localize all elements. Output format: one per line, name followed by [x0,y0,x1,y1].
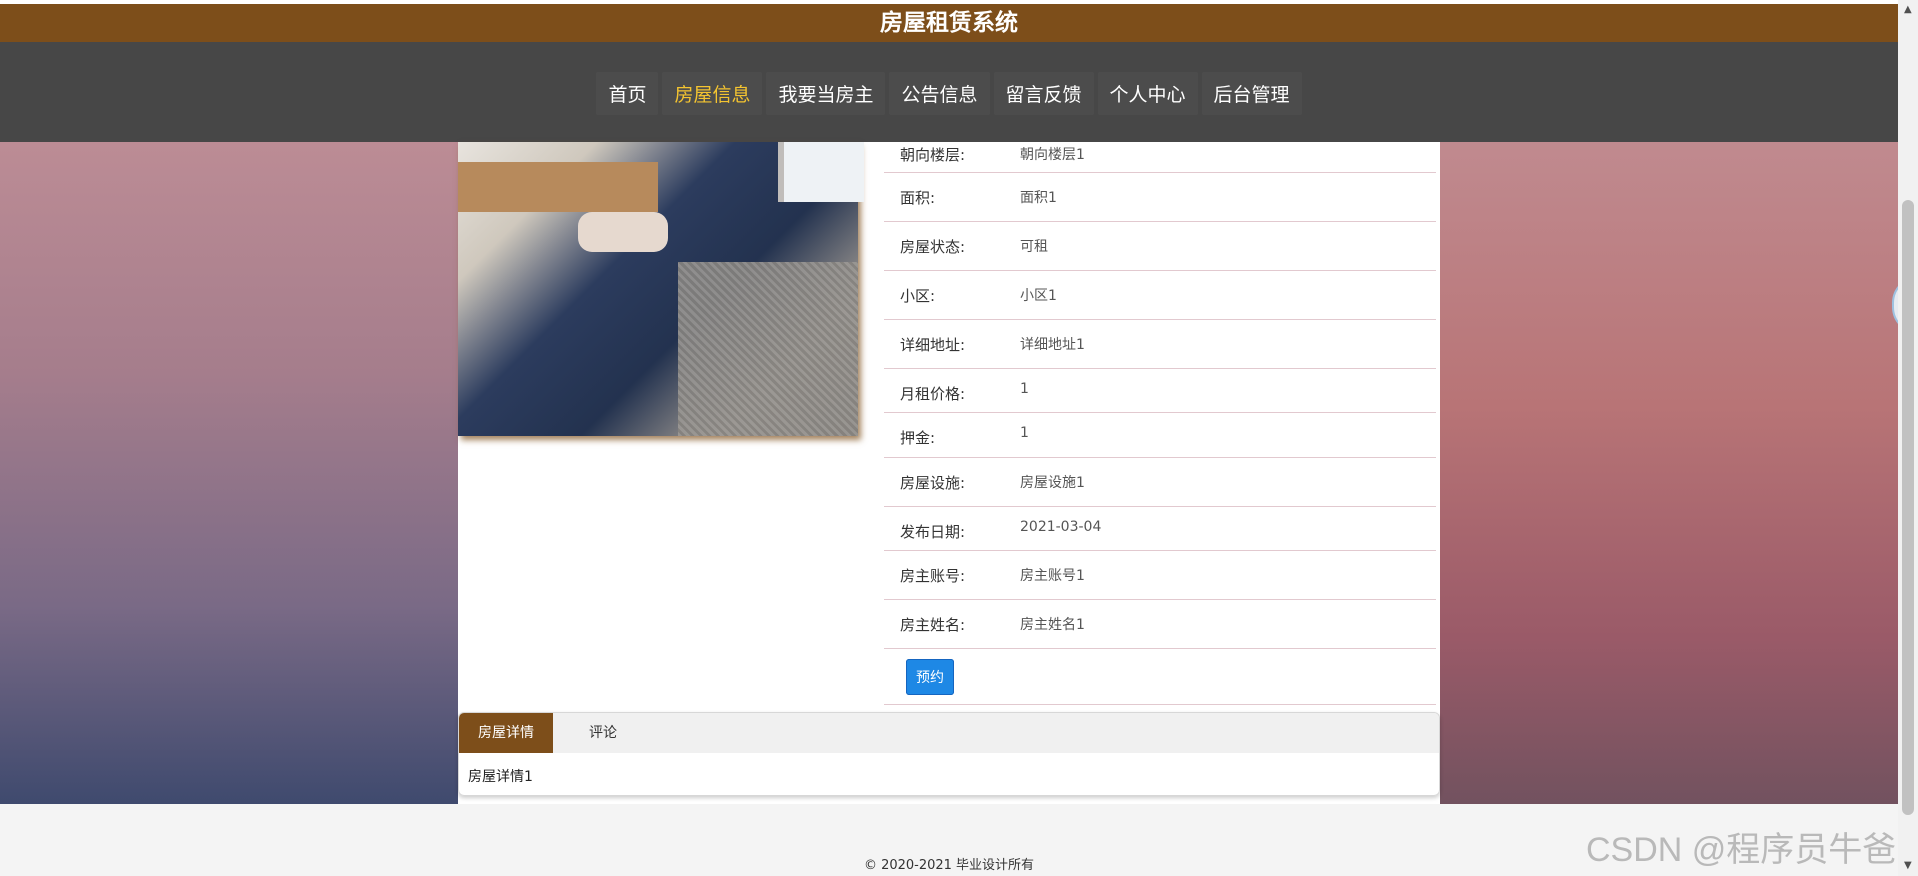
tab-house-details[interactable]: 房屋详情 [459,713,553,753]
scroll-up-icon[interactable]: ▲ [1904,4,1912,15]
detail-row-status: 房屋状态: 可租 [884,222,1436,271]
detail-row-orientation: 朝向楼层: 朝向楼层1 [884,142,1436,173]
detail-value: 房主姓名1 [1020,617,1085,633]
detail-row-deposit: 押金: 1 [884,413,1436,458]
detail-row-monthly-rent: 月租价格: 1 [884,369,1436,413]
detail-value: 朝向楼层1 [1020,147,1085,163]
scrollbar-thumb[interactable] [1902,200,1914,815]
detail-value: 房主账号1 [1020,568,1085,584]
nav-item-become-landlord[interactable]: 我要当房主 [766,72,885,115]
vertical-scrollbar[interactable]: ▲ ▼ [1898,0,1918,876]
detail-row-address: 详细地址: 详细地址1 [884,320,1436,369]
house-detail-panel: 朝向楼层: 朝向楼层1 面积: 面积1 房屋状态: 可租 小区: 小区1 详细地… [458,142,1440,804]
watermark: CSDN @程序员牛爸 [1586,831,1897,869]
detail-value: 2021-03-04 [1020,519,1102,535]
detail-row-actions: 预约 [884,649,1436,705]
detail-label: 详细地址: [900,336,966,354]
detail-value: 1 [1020,425,1029,441]
main-navigation: 首页 房屋信息 我要当房主 公告信息 留言反馈 个人中心 后台管理 [0,42,1898,142]
detail-value: 面积1 [1020,190,1057,206]
detail-row-community: 小区: 小区1 [884,271,1436,320]
detail-row-area: 面积: 面积1 [884,173,1436,222]
detail-tabs: 房屋详情 评论 房屋详情1 [458,712,1440,796]
detail-label: 房主姓名: [900,616,966,634]
scroll-down-icon[interactable]: ▼ [1904,860,1912,871]
nav-item-feedback[interactable]: 留言反馈 [994,72,1094,115]
detail-label: 面积: [900,189,936,207]
house-photo [458,142,864,436]
detail-label: 朝向楼层: [900,146,966,164]
reserve-button[interactable]: 预约 [906,659,954,695]
tab-bar: 房屋详情 评论 [459,713,1439,753]
house-detail-list: 朝向楼层: 朝向楼层1 面积: 面积1 房屋状态: 可租 小区: 小区1 详细地… [884,142,1436,705]
detail-row-landlord-account: 房主账号: 房主账号1 [884,551,1436,600]
detail-value: 可租 [1020,239,1048,255]
detail-label: 小区: [900,287,936,305]
detail-row-publish-date: 发布日期: 2021-03-04 [884,507,1436,551]
page-background-right [1440,142,1898,804]
detail-label: 房屋状态: [900,238,966,256]
detail-row-facilities: 房屋设施: 房屋设施1 [884,458,1436,507]
detail-label: 押金: [900,429,936,447]
nav-item-personal-center[interactable]: 个人中心 [1098,72,1198,115]
nav-item-house-info[interactable]: 房屋信息 [662,72,762,115]
tab-content: 房屋详情1 [468,769,533,785]
detail-value: 房屋设施1 [1020,475,1085,491]
detail-value: 1 [1020,381,1029,397]
nav-item-announcements[interactable]: 公告信息 [889,72,989,115]
tab-comments[interactable]: 评论 [553,713,653,753]
detail-row-landlord-name: 房主姓名: 房主姓名1 [884,600,1436,649]
detail-label: 月租价格: [900,385,966,403]
detail-label: 发布日期: [900,523,966,541]
detail-value: 小区1 [1020,288,1057,304]
detail-label: 房主账号: [900,567,966,585]
site-title: 房屋租赁系统 [0,4,1898,43]
nav-item-admin[interactable]: 后台管理 [1202,72,1302,115]
detail-value: 详细地址1 [1020,337,1085,353]
detail-label: 房屋设施: [900,474,966,492]
nav-item-home[interactable]: 首页 [596,72,658,115]
